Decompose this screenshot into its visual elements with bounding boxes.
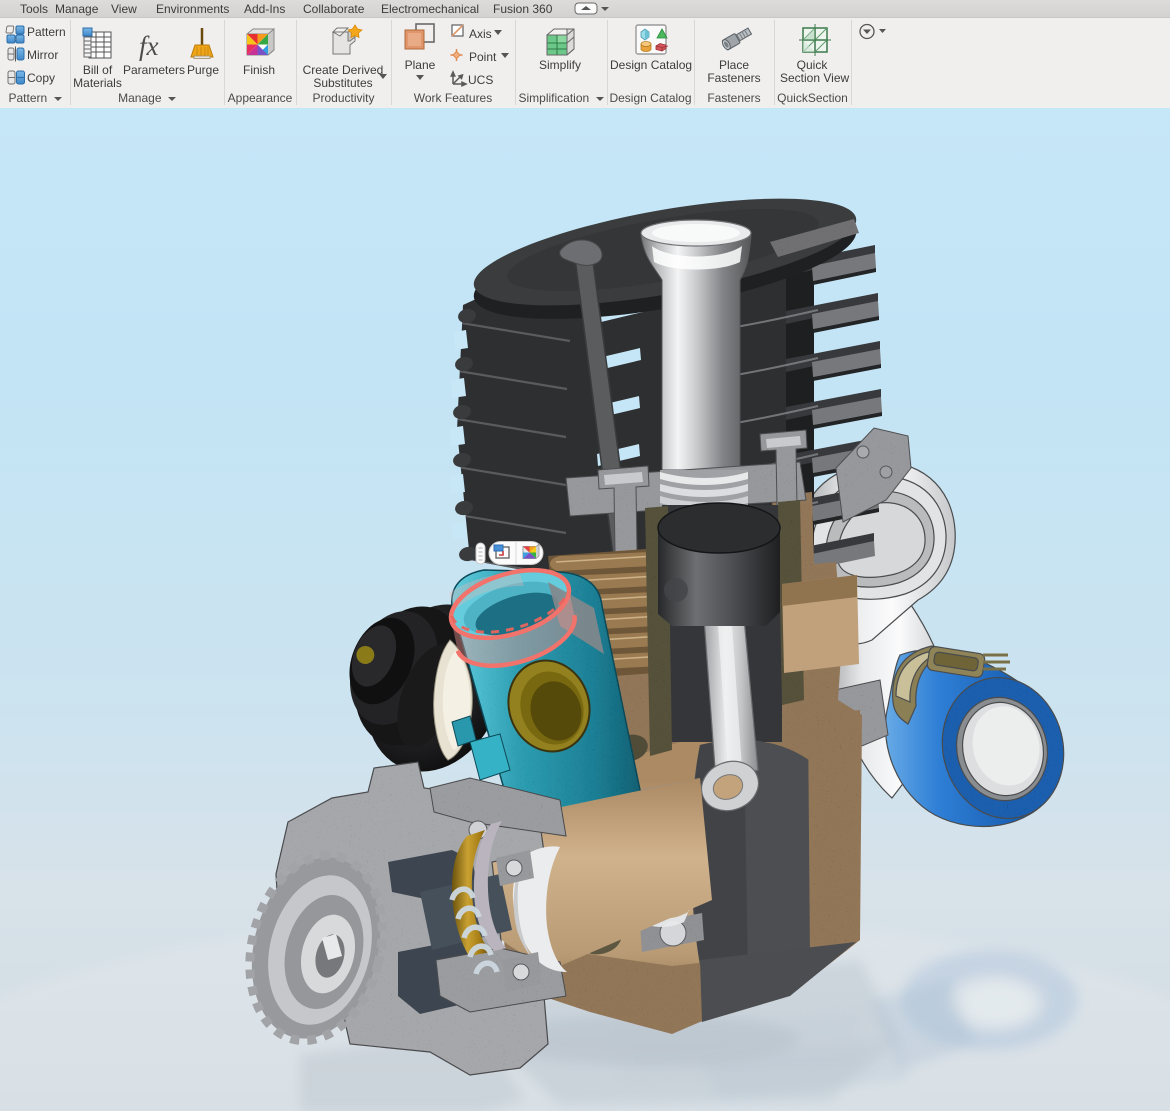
svg-text:fx: fx [139, 31, 159, 61]
